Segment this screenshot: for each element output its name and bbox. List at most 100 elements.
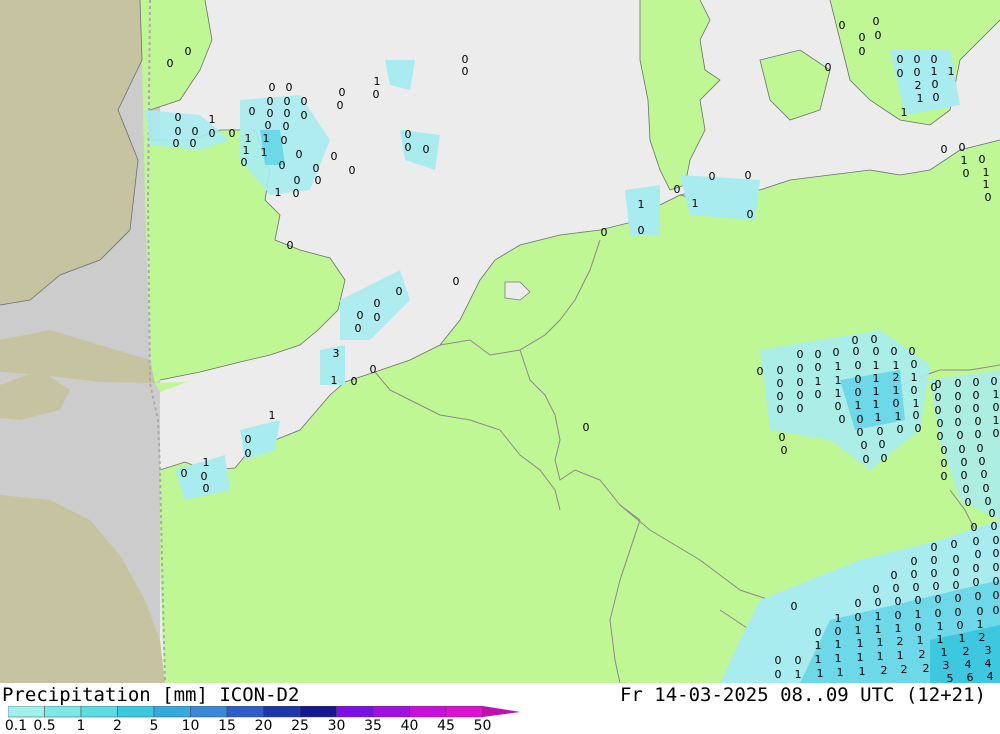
map-title: Precipitation [mm] ICON-D2 — [2, 684, 300, 706]
svg-text:0: 0 — [638, 224, 645, 237]
svg-text:1: 1 — [895, 410, 902, 423]
svg-text:0: 0 — [857, 413, 864, 426]
svg-text:1: 1 — [993, 388, 1000, 401]
svg-text:1: 1 — [983, 178, 990, 191]
svg-text:0: 0 — [955, 606, 962, 619]
svg-text:1: 1 — [893, 384, 900, 397]
svg-text:1: 1 — [917, 634, 924, 647]
svg-text:0: 0 — [209, 127, 216, 140]
svg-text:0: 0 — [959, 443, 966, 456]
svg-text:0: 0 — [815, 348, 822, 361]
legend-label: 50 — [473, 718, 492, 734]
legend-swatch — [153, 706, 191, 718]
svg-text:0: 0 — [873, 583, 880, 596]
legend-label: 45 — [437, 718, 455, 734]
svg-text:0: 0 — [957, 429, 964, 442]
svg-text:0: 0 — [855, 386, 862, 399]
svg-text:0: 0 — [839, 19, 846, 32]
svg-text:0: 0 — [931, 541, 938, 554]
svg-text:0: 0 — [977, 442, 984, 455]
svg-text:0: 0 — [374, 311, 381, 324]
legend-swatch — [8, 706, 45, 718]
svg-text:3: 3 — [985, 644, 992, 657]
svg-text:1: 1 — [835, 638, 842, 651]
svg-text:0: 0 — [935, 607, 942, 620]
svg-text:0: 0 — [973, 562, 980, 575]
svg-text:0: 0 — [835, 400, 842, 413]
svg-text:0: 0 — [989, 507, 996, 520]
svg-text:1: 1 — [915, 608, 922, 621]
legend-label: 2 — [113, 718, 122, 734]
svg-text:0: 0 — [931, 567, 938, 580]
svg-text:0: 0 — [993, 401, 1000, 414]
svg-text:1: 1 — [897, 649, 904, 662]
svg-text:1: 1 — [692, 197, 699, 210]
svg-text:1: 1 — [795, 668, 802, 681]
svg-text:0: 0 — [779, 431, 786, 444]
svg-text:3: 3 — [943, 659, 950, 672]
legend-swatch — [117, 706, 155, 718]
svg-text:1: 1 — [815, 375, 822, 388]
svg-text:0: 0 — [279, 159, 286, 172]
svg-text:0: 0 — [294, 174, 301, 187]
svg-text:1: 1 — [815, 653, 822, 666]
legend-label: 0.5 — [33, 718, 56, 734]
svg-text:0: 0 — [296, 148, 303, 161]
svg-text:1: 1 — [895, 622, 902, 635]
svg-text:2: 2 — [963, 645, 970, 658]
svg-text:0: 0 — [955, 403, 962, 416]
svg-text:0: 0 — [857, 426, 864, 439]
svg-text:2: 2 — [897, 635, 904, 648]
svg-text:0: 0 — [975, 590, 982, 603]
svg-text:0: 0 — [601, 226, 608, 239]
svg-text:0: 0 — [284, 107, 291, 120]
svg-text:1: 1 — [875, 623, 882, 636]
svg-text:0: 0 — [955, 416, 962, 429]
svg-text:0: 0 — [977, 605, 984, 618]
svg-text:0: 0 — [283, 120, 290, 133]
svg-text:1: 1 — [961, 154, 968, 167]
legend-swatch — [190, 706, 228, 718]
legend-label: 10 — [181, 718, 200, 734]
svg-text:0: 0 — [203, 482, 210, 495]
svg-text:1: 1 — [835, 360, 842, 373]
svg-text:1: 1 — [331, 374, 338, 387]
legend-swatch — [299, 706, 337, 718]
svg-text:1: 1 — [374, 75, 381, 88]
svg-text:0: 0 — [861, 439, 868, 452]
svg-text:0: 0 — [965, 496, 972, 509]
svg-text:0: 0 — [173, 137, 180, 150]
svg-text:0: 0 — [941, 143, 948, 156]
svg-text:0: 0 — [975, 415, 982, 428]
svg-text:0: 0 — [797, 389, 804, 402]
svg-text:0: 0 — [797, 376, 804, 389]
svg-text:0: 0 — [915, 422, 922, 435]
svg-text:0: 0 — [245, 433, 252, 446]
svg-text:2: 2 — [901, 663, 908, 676]
svg-text:0: 0 — [249, 105, 256, 118]
svg-text:0: 0 — [973, 402, 980, 415]
svg-text:0: 0 — [374, 297, 381, 310]
svg-text:0: 0 — [373, 88, 380, 101]
svg-text:0: 0 — [993, 547, 1000, 560]
svg-text:2: 2 — [923, 662, 930, 675]
svg-text:1: 1 — [835, 387, 842, 400]
svg-text:0: 0 — [709, 170, 716, 183]
svg-text:0: 0 — [286, 81, 293, 94]
svg-text:0: 0 — [973, 376, 980, 389]
svg-text:0: 0 — [983, 482, 990, 495]
svg-text:0: 0 — [873, 345, 880, 358]
svg-text:0: 0 — [911, 555, 918, 568]
svg-text:1: 1 — [835, 374, 842, 387]
svg-text:0: 0 — [931, 554, 938, 567]
svg-text:0: 0 — [859, 45, 866, 58]
svg-text:0: 0 — [893, 397, 900, 410]
svg-text:0: 0 — [281, 134, 288, 147]
svg-text:0: 0 — [911, 568, 918, 581]
svg-text:0: 0 — [797, 348, 804, 361]
svg-text:0: 0 — [795, 654, 802, 667]
svg-text:0: 0 — [777, 390, 784, 403]
svg-text:0: 0 — [937, 417, 944, 430]
svg-text:0: 0 — [777, 377, 784, 390]
svg-text:0: 0 — [975, 548, 982, 561]
